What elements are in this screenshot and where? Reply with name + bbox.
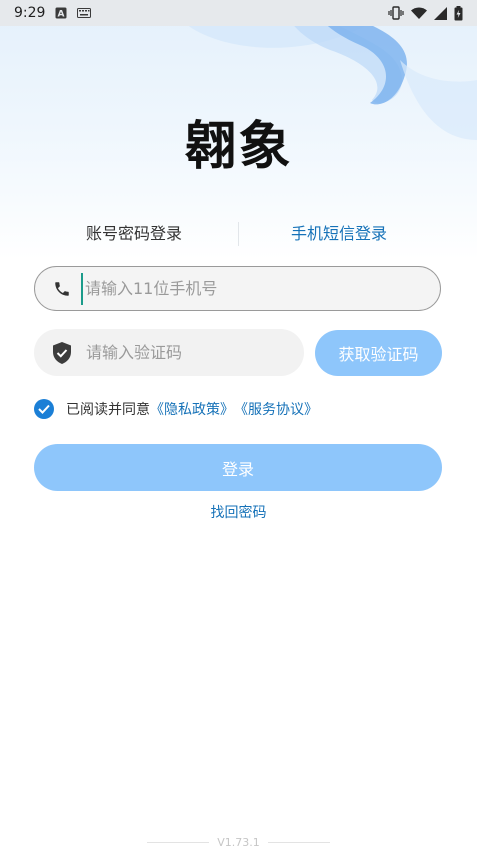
app-logo: 翱象: [184, 117, 293, 177]
privacy-policy-link[interactable]: 《隐私政策》: [150, 399, 234, 419]
status-time: 9:29: [14, 5, 46, 21]
keyboard-icon: [77, 8, 92, 18]
vibrate-icon: [388, 6, 404, 20]
service-agreement-link[interactable]: 《服务协议》: [234, 399, 318, 419]
status-bar: 9:29 A: [0, 0, 477, 26]
phone-input[interactable]: [81, 272, 387, 305]
battery-icon: [454, 5, 463, 21]
code-input[interactable]: [84, 336, 288, 369]
tab-divider: [238, 222, 239, 246]
agreement-row: 已阅读并同意 《隐私政策》 《服务协议》: [34, 397, 318, 421]
signal-icon: [434, 6, 447, 20]
version-divider-left: [147, 841, 210, 843]
agreement-checkbox[interactable]: [34, 399, 54, 419]
forgot-password-label[interactable]: 找回密码: [211, 505, 267, 521]
version-row: V1.73.1: [0, 834, 477, 849]
phone-icon: [53, 279, 73, 299]
code-field[interactable]: [34, 329, 304, 376]
login-button[interactable]: 登录: [34, 444, 442, 491]
version-divider-right: [267, 841, 330, 843]
get-code-button[interactable]: 获取验证码: [315, 330, 442, 376]
a-notification-icon: A: [55, 7, 67, 19]
agreement-text: 已阅读并同意: [66, 402, 150, 418]
tab-sms-login[interactable]: 手机短信登录: [291, 218, 387, 250]
phone-field[interactable]: [34, 266, 441, 311]
login-tabs: 账号密码登录 手机短信登录: [0, 218, 477, 250]
wifi-icon: [411, 7, 427, 20]
shield-check-icon: [52, 341, 74, 364]
login-screen: 9:29 A 翱象 账号密码登录 手机短信登录 请输入11位手机号 请输入验证码…: [0, 0, 477, 849]
status-right-icons: [381, 0, 463, 26]
check-icon: [38, 404, 50, 414]
svg-text:A: A: [58, 10, 65, 20]
tab-password-login[interactable]: 账号密码登录: [86, 218, 182, 250]
status-left-icons: A: [55, 7, 101, 19]
app-version: V1.73.1: [217, 835, 260, 849]
forgot-password-link: 找回密码: [0, 502, 477, 522]
